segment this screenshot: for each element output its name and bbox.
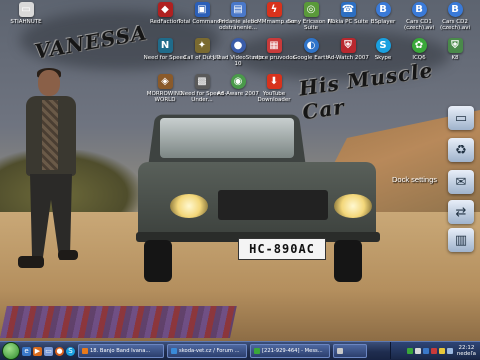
desktop-icon[interactable]: ⛨ K8 <box>429 38 480 80</box>
clock-day: nedeľa <box>456 350 476 357</box>
nfs-underground-icon: ▩ <box>194 74 210 89</box>
window-task-icon <box>337 348 343 354</box>
browser-task-icon <box>171 348 177 354</box>
download-icon: ⬇ <box>266 74 282 89</box>
taskbar-task-label: 18. Banjo Band Ivana... <box>90 348 151 354</box>
license-plate: HC-890AC <box>238 238 326 260</box>
drive-icon[interactable]: ▥ <box>448 228 474 252</box>
lightning-icon: ϟ <box>266 2 282 17</box>
taskbar: e ▶ ▭ ● S 18. Banjo Band Ivana... skoda-… <box>0 341 480 360</box>
taskbar-task[interactable]: 18. Banjo Band Ivana... <box>78 344 164 358</box>
quicklaunch-desktop-icon[interactable]: ▭ <box>44 346 53 356</box>
desktop-icon[interactable]: ▭ STIAHNUTE <box>0 2 52 44</box>
clock[interactable]: 22:12 nedeľa <box>457 345 476 357</box>
tray-icon[interactable] <box>414 347 421 354</box>
shield-small-icon: ⛨ <box>447 38 463 53</box>
phone-suite-icon: ◎ <box>303 2 319 17</box>
winamp-task-icon <box>82 348 88 354</box>
ulead-icon: ● <box>230 38 246 53</box>
quicklaunch-browser-icon[interactable]: e <box>22 346 31 356</box>
bsplayer-icon: B <box>447 2 463 17</box>
quicklaunch-media-icon[interactable]: ▶ <box>33 346 42 356</box>
taskbar-task[interactable]: [221-929-464] - Mess... <box>250 344 330 358</box>
bsplayer-icon: B <box>375 2 391 17</box>
skype-icon: S <box>375 38 391 53</box>
taskbar-task-label: [221-929-464] - Mess... <box>262 348 323 354</box>
desktop-icon-label: K8 <box>451 55 459 61</box>
clock-time: 22:12 <box>458 344 475 351</box>
volume-icon[interactable] <box>446 347 453 354</box>
nfs-icon: N <box>157 38 173 53</box>
tray-icon[interactable] <box>438 347 445 354</box>
desktop-icon-label: YouTube Downloader <box>257 91 291 104</box>
desktop-icon[interactable]: ⬇ YouTube Downloader <box>248 74 300 116</box>
mail-icon[interactable]: ✉ <box>448 170 474 194</box>
monitor-icon[interactable]: ▭ <box>448 106 474 130</box>
game-icon: ◆ <box>157 2 173 17</box>
morrowind-icon: ◈ <box>157 74 173 89</box>
start-button[interactable] <box>2 342 20 360</box>
tray-icon[interactable] <box>430 347 437 354</box>
desktop-icon-label: Cars CD2 (czech).avi <box>440 19 470 32</box>
folder-icon: ▭ <box>18 2 34 17</box>
system-tray: 22:12 nedeľa <box>390 342 480 359</box>
adaware-icon: ◉ <box>230 74 246 89</box>
nokia-icon: ☎ <box>340 2 356 17</box>
tray-icon[interactable] <box>406 347 413 354</box>
recycle-bin-icon[interactable]: ♻ <box>448 138 474 162</box>
taskbar-task-label: skoda-vet.cz / Forum ... <box>179 348 240 354</box>
wallpaper-man <box>18 68 88 275</box>
network-icon[interactable]: ⇄ <box>448 200 474 224</box>
floppy-icon: ▣ <box>194 2 210 17</box>
quicklaunch-skype-icon[interactable]: S <box>66 346 75 356</box>
cod-icon: ✦ <box>194 38 210 53</box>
messenger-task-icon <box>254 348 260 354</box>
programs-icon: ▤ <box>230 2 246 17</box>
dock-settings-label[interactable]: Dock settings <box>392 175 437 184</box>
taskbar-task[interactable]: skoda-vet.cz / Forum ... <box>167 344 247 358</box>
wallpaper-car: HC-890AC <box>136 112 380 287</box>
bsplayer-icon: B <box>411 2 427 17</box>
taskbar-task[interactable] <box>333 344 367 358</box>
desktop-icon-label: STIAHNUTE <box>10 19 42 25</box>
tray-icon[interactable] <box>422 347 429 354</box>
shield-icon: ⛨ <box>340 38 356 53</box>
quicklaunch-firefox-icon[interactable]: ● <box>55 346 64 356</box>
globe-icon: ◐ <box>303 38 319 53</box>
utility-icon: ▦ <box>266 38 282 53</box>
flower-icon: ✿ <box>411 38 427 53</box>
